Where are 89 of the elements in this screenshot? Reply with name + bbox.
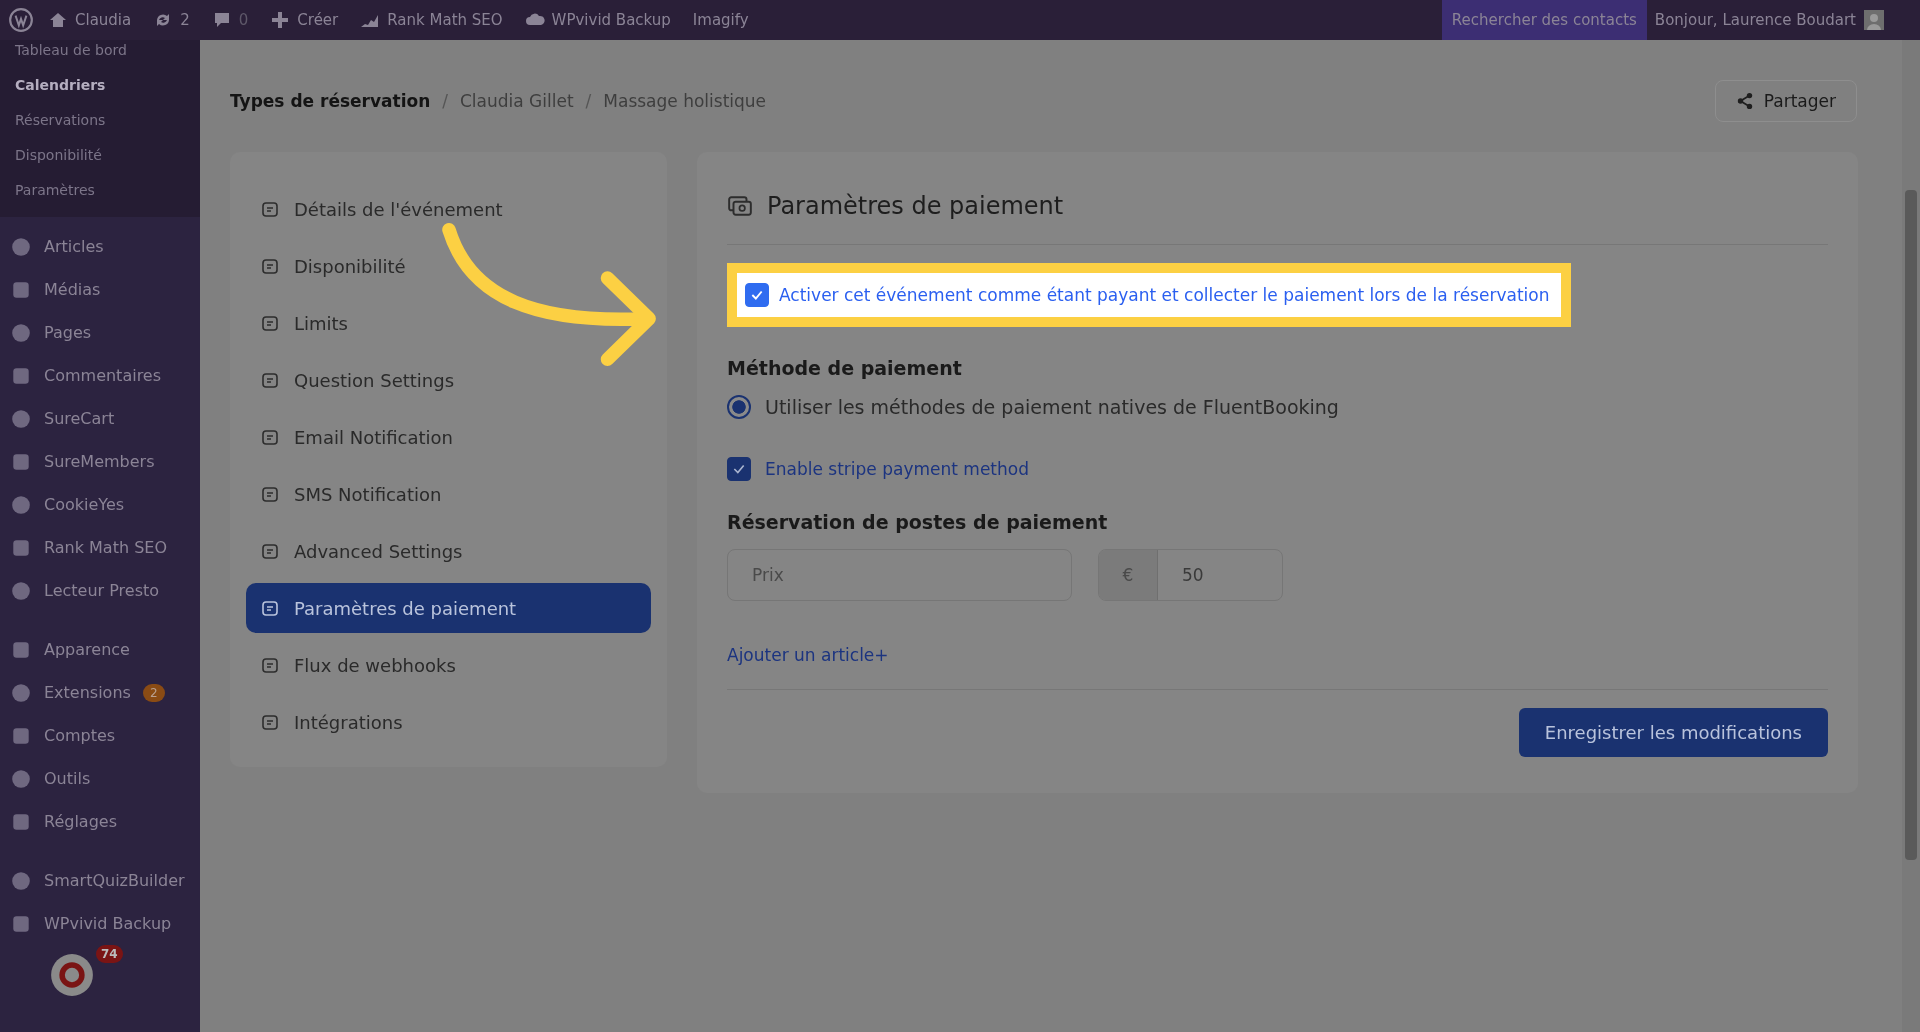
breadcrumb-link[interactable]: Massage holistique <box>603 91 767 111</box>
menu-icon <box>10 767 32 790</box>
notification-count: 74 <box>96 945 123 963</box>
submenu-item[interactable]: Paramètres <box>0 174 200 209</box>
save-button[interactable]: Enregistrer les modifications <box>1518 708 1828 757</box>
share-button[interactable]: Partager <box>1714 80 1857 122</box>
settings-tab[interactable]: Détails de l'événement <box>246 184 517 234</box>
settings-tab[interactable]: Limits <box>246 298 362 348</box>
menu-link[interactable]: Pages <box>44 323 92 342</box>
settings-tab[interactable]: Flux de webhooks <box>246 640 470 690</box>
panel-title: Paramètres de paiement <box>767 192 1064 220</box>
admin-bar-link[interactable]: Créer <box>297 11 339 29</box>
menu-link[interactable]: Rank Math SEO <box>44 538 168 557</box>
menu-link[interactable]: Comptes <box>44 726 116 745</box>
menu-icon <box>10 681 32 704</box>
home-icon <box>48 10 68 30</box>
settings-tab[interactable]: Question Settings <box>246 355 469 405</box>
settings-tab[interactable]: Email Notification <box>246 412 467 462</box>
currency-prefix: € <box>1099 550 1158 600</box>
radio-label[interactable]: Utiliser les méthodes de paiement natives de FluentBooking <box>765 396 1339 418</box>
tab-icon <box>260 598 280 618</box>
checkmark-icon <box>750 288 764 302</box>
tab-icon <box>260 427 280 447</box>
tab-icon <box>260 370 280 390</box>
admin-bar-link[interactable]: Rank Math SEO <box>387 11 503 29</box>
tab-icon <box>260 712 280 732</box>
paid-checkbox[interactable] <box>745 283 769 307</box>
tab-icon <box>260 655 280 675</box>
tab-icon <box>260 199 280 219</box>
submenu-item[interactable]: Tableau de bord <box>0 42 200 69</box>
menu-icon <box>10 869 32 892</box>
breadcrumb-link[interactable]: Claudia Gillet <box>460 91 574 111</box>
breadcrumb-separator: / <box>585 91 592 111</box>
settings-tab[interactable]: Paramètres de paiement <box>246 583 651 633</box>
breadcrumb-separator: / <box>442 91 448 111</box>
contact-search-link[interactable]: Rechercher des contacts <box>1441 0 1647 40</box>
wordpress-logo-icon[interactable] <box>8 7 34 33</box>
settings-tab[interactable]: Disponibilité <box>246 241 420 291</box>
checkbox-label[interactable]: Activer cet événement comme étant payant et collecter le paiement lors de la réservation <box>779 285 1550 305</box>
add-item-link[interactable]: Ajouter un article+ <box>727 645 889 665</box>
menu-link[interactable]: Extensions <box>44 683 131 702</box>
update-count: 2 <box>142 683 165 702</box>
menu-icon <box>10 579 32 602</box>
menu-icon <box>10 493 32 516</box>
menu-icon <box>10 321 32 344</box>
menu-link[interactable]: Lecteur Presto <box>44 581 160 600</box>
checkbox-label[interactable]: Enable stripe payment method <box>765 459 1029 479</box>
tab-icon <box>260 541 280 561</box>
section-heading: Méthode de paiement <box>727 357 963 379</box>
tab-icon <box>260 256 280 276</box>
menu-link[interactable]: Réglages <box>44 812 117 831</box>
submenu-item[interactable]: Disponibilité <box>0 139 200 174</box>
admin-bar-link[interactable]: 2 <box>180 11 190 29</box>
admin-bar-link[interactable]: 0 <box>238 11 249 29</box>
radio-button[interactable] <box>727 395 751 419</box>
plus-icon <box>270 10 291 30</box>
menu-icon <box>10 235 32 258</box>
submenu-item[interactable]: Calendriers <box>0 69 200 104</box>
payment-icon <box>727 193 753 219</box>
checkmark-icon <box>732 462 746 476</box>
stripe-checkbox[interactable] <box>727 457 751 481</box>
scrollbar[interactable] <box>1902 40 1920 1032</box>
section-heading: Réservation de postes de paiement <box>727 511 1109 533</box>
tab-icon <box>260 313 280 333</box>
share-icon <box>1735 92 1754 110</box>
menu-link[interactable]: Médias <box>44 280 101 299</box>
submenu-item[interactable]: Réservations <box>0 104 200 139</box>
amount-field[interactable]: € 50 <box>1098 549 1283 601</box>
menu-link[interactable]: SureMembers <box>44 452 155 471</box>
price-field[interactable]: Prix <box>727 549 1072 601</box>
admin-bar-link[interactable]: WPvivid Backup <box>551 11 671 29</box>
greeting-link[interactable]: Bonjour, Laurence Boudart <box>1646 11 1864 29</box>
menu-link[interactable]: Commentaires <box>44 366 162 385</box>
admin-bar-link[interactable]: Claudia <box>75 11 132 29</box>
menu-link[interactable]: CookieYes <box>44 495 125 514</box>
tab-icon <box>260 484 280 504</box>
breadcrumb-link[interactable]: Types de réservation <box>230 91 431 111</box>
menu-link[interactable]: SmartQuizBuilder <box>44 871 185 890</box>
settings-tab[interactable]: SMS Notification <box>246 469 456 519</box>
menu-icon <box>10 407 32 430</box>
menu-link[interactable]: Outils <box>44 769 91 788</box>
settings-tab[interactable]: Advanced Settings <box>246 526 477 576</box>
menu-link[interactable]: WPvivid Backup <box>44 914 172 933</box>
menu-link[interactable]: Apparence <box>44 640 130 659</box>
settings-tab[interactable]: Intégrations <box>246 697 417 747</box>
menu-link[interactable]: Articles <box>44 237 104 256</box>
menu-link[interactable]: SureCart <box>44 409 115 428</box>
chat-bubble-icon[interactable] <box>50 953 94 997</box>
admin-bar-link[interactable]: Imagify <box>692 11 749 29</box>
